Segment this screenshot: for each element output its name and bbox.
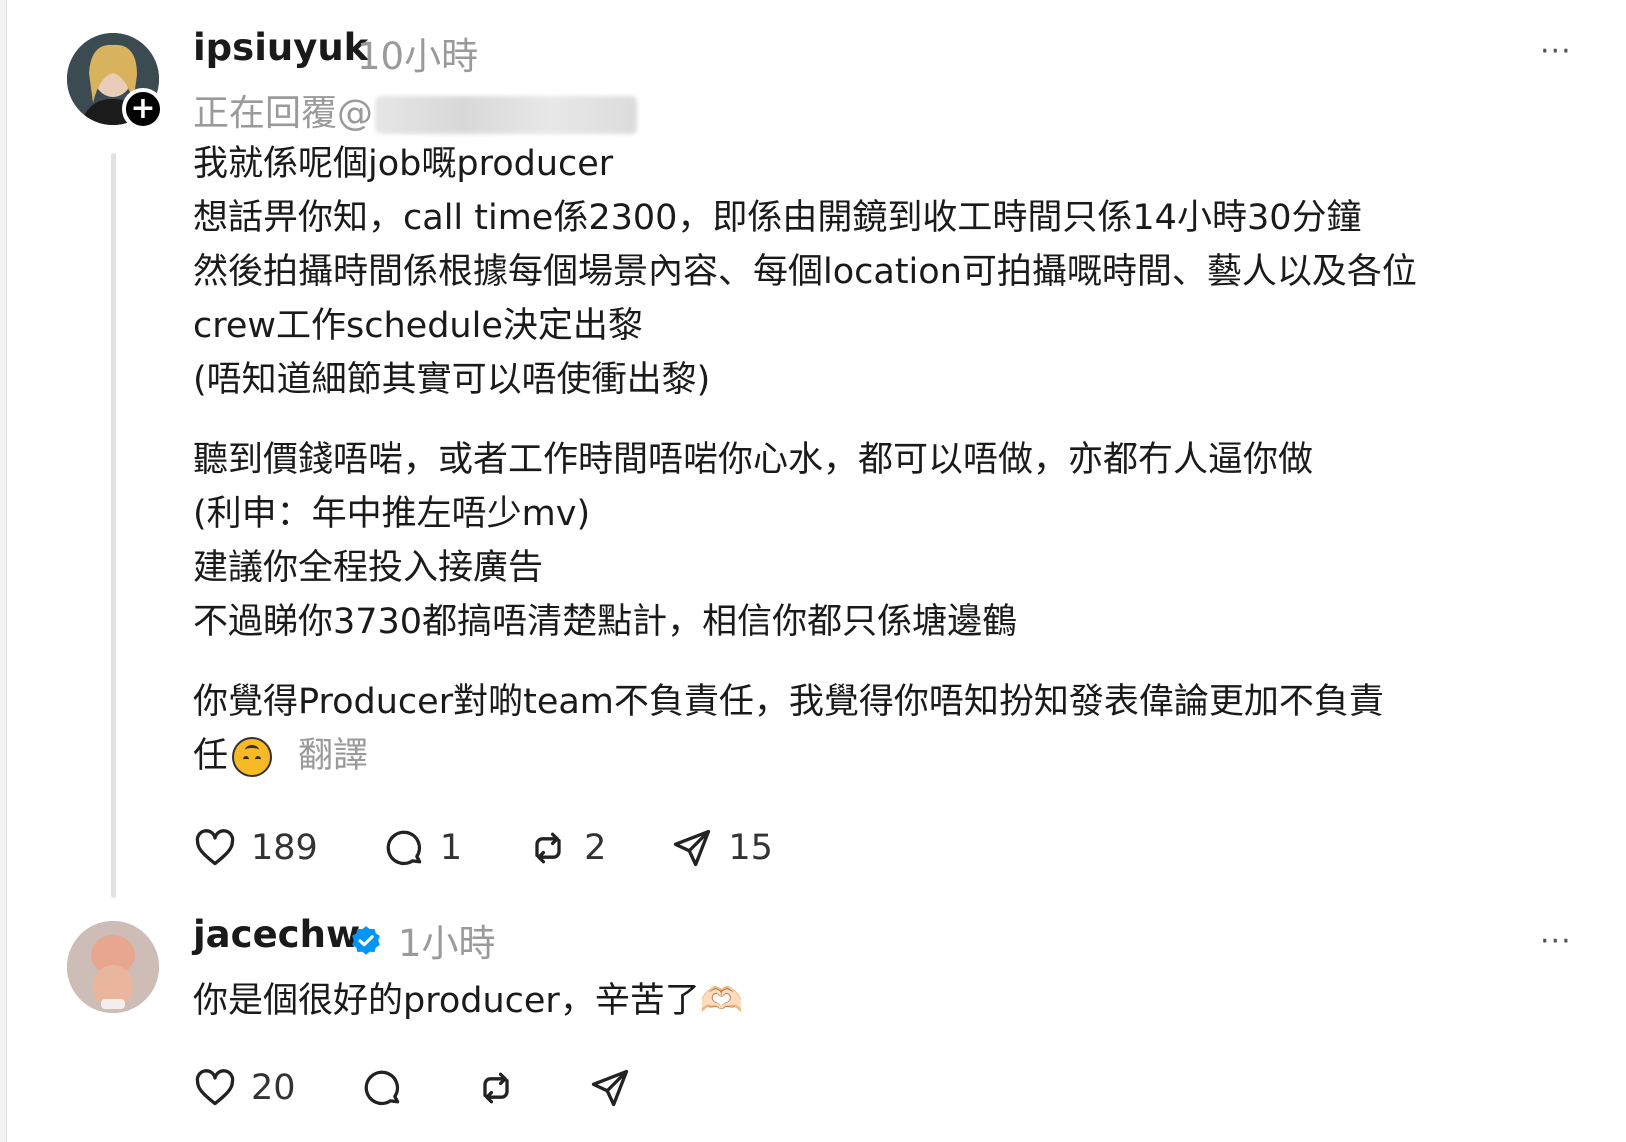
send-icon bbox=[591, 1069, 628, 1107]
like-count: 20 bbox=[251, 1068, 296, 1108]
share-count: 15 bbox=[728, 828, 773, 868]
verified-badge-icon bbox=[352, 926, 380, 955]
comment-bubble-icon bbox=[364, 1070, 399, 1106]
post1-line: 想話畀你知，call time係2300，即係由開鏡到收工時間只係14小時30分… bbox=[193, 198, 1362, 238]
thread-line bbox=[111, 153, 116, 898]
post1-actions: 189 1 2 15 bbox=[193, 826, 837, 870]
post1-line: 建議你全程投入接廣告 bbox=[193, 548, 544, 588]
like-count: 189 bbox=[251, 828, 318, 868]
post2-actions: 20 bbox=[193, 1066, 696, 1110]
upside-down-face-emoji-icon bbox=[232, 737, 273, 777]
reply-to-prefix: 正在回覆@ bbox=[193, 93, 374, 134]
post1-last-line: 任￼ 翻譯 bbox=[193, 729, 1593, 783]
window-left-edge bbox=[0, 0, 7, 1142]
reply-to-line: 正在回覆@ bbox=[193, 84, 638, 136]
post1-line: 然後拍攝時間係根據每個場景內容、每個location可拍攝嘅時間、藝人以及各位 bbox=[193, 252, 1417, 292]
send-icon bbox=[674, 829, 711, 867]
repost-button[interactable]: 2 bbox=[526, 826, 606, 870]
comment-button[interactable]: 1 bbox=[382, 826, 462, 870]
post1-username[interactable]: ipsiuyuk bbox=[193, 26, 368, 69]
repost-count: 2 bbox=[584, 828, 607, 868]
comment-bubble-icon bbox=[386, 830, 422, 866]
post2-timestamp[interactable]: 1小時 bbox=[398, 913, 496, 967]
post1-line: crew工作schedule決定出黎 bbox=[193, 306, 643, 346]
like-button[interactable]: 189 bbox=[193, 826, 318, 870]
repost-icon bbox=[535, 832, 561, 864]
post2-text: 你是個很好的producer，辛苦了🫶🏻 bbox=[193, 981, 744, 1021]
heart-icon bbox=[195, 1069, 235, 1106]
post1-line: (唔知道細節其實可以唔使衝出黎)￼ bbox=[193, 360, 711, 400]
post1-line: 聽到價錢唔啱，或者工作時間唔啱你心水，都可以唔做，亦都冇人逼你做￼ bbox=[193, 440, 1314, 480]
avatar-image bbox=[67, 921, 159, 1013]
post2-more-options-button[interactable]: ··· bbox=[1540, 927, 1572, 957]
post1-more-options-button[interactable]: ··· bbox=[1540, 37, 1572, 67]
post1-line: (利申：年中推左唔少mv) bbox=[193, 494, 591, 534]
comment-button[interactable] bbox=[360, 1066, 404, 1110]
post1-line: 你覺得Producer對啲￼team不負責任，我覺得你唔知扮知發表偉￼論更加不負… bbox=[193, 682, 1384, 722]
repost-button[interactable] bbox=[474, 1066, 518, 1110]
follow-plus-button[interactable]: + bbox=[122, 88, 164, 130]
repost-icon bbox=[482, 1072, 509, 1104]
like-button[interactable]: 20 bbox=[193, 1066, 296, 1110]
share-button[interactable]: 15 bbox=[670, 826, 773, 870]
post1-last-text: 任￼ bbox=[193, 736, 229, 776]
post1-line: 不過睇你3730￼都搞唔清楚點計，相信你都只係塘邊鶴￼ bbox=[193, 602, 1018, 642]
comment-count: 1 bbox=[439, 828, 463, 868]
redacted-username bbox=[375, 96, 638, 134]
avatar-jacechw[interactable] bbox=[67, 921, 159, 1013]
heart-icon bbox=[195, 829, 235, 866]
post1-body: 我就係呢個job嘅producer 想話畀你知，call time係2300，即… bbox=[193, 137, 1593, 783]
post2-username[interactable]: jacechw bbox=[193, 913, 360, 956]
translate-link[interactable]: 翻譯 bbox=[298, 736, 368, 776]
post1-timestamp[interactable]: 10小時 bbox=[357, 26, 478, 80]
share-button[interactable] bbox=[588, 1066, 632, 1110]
post1-line: 我就係呢個job嘅producer bbox=[193, 144, 614, 184]
post2-body: 你是個很好的producer，辛苦了🫶🏻 bbox=[193, 974, 1593, 1028]
